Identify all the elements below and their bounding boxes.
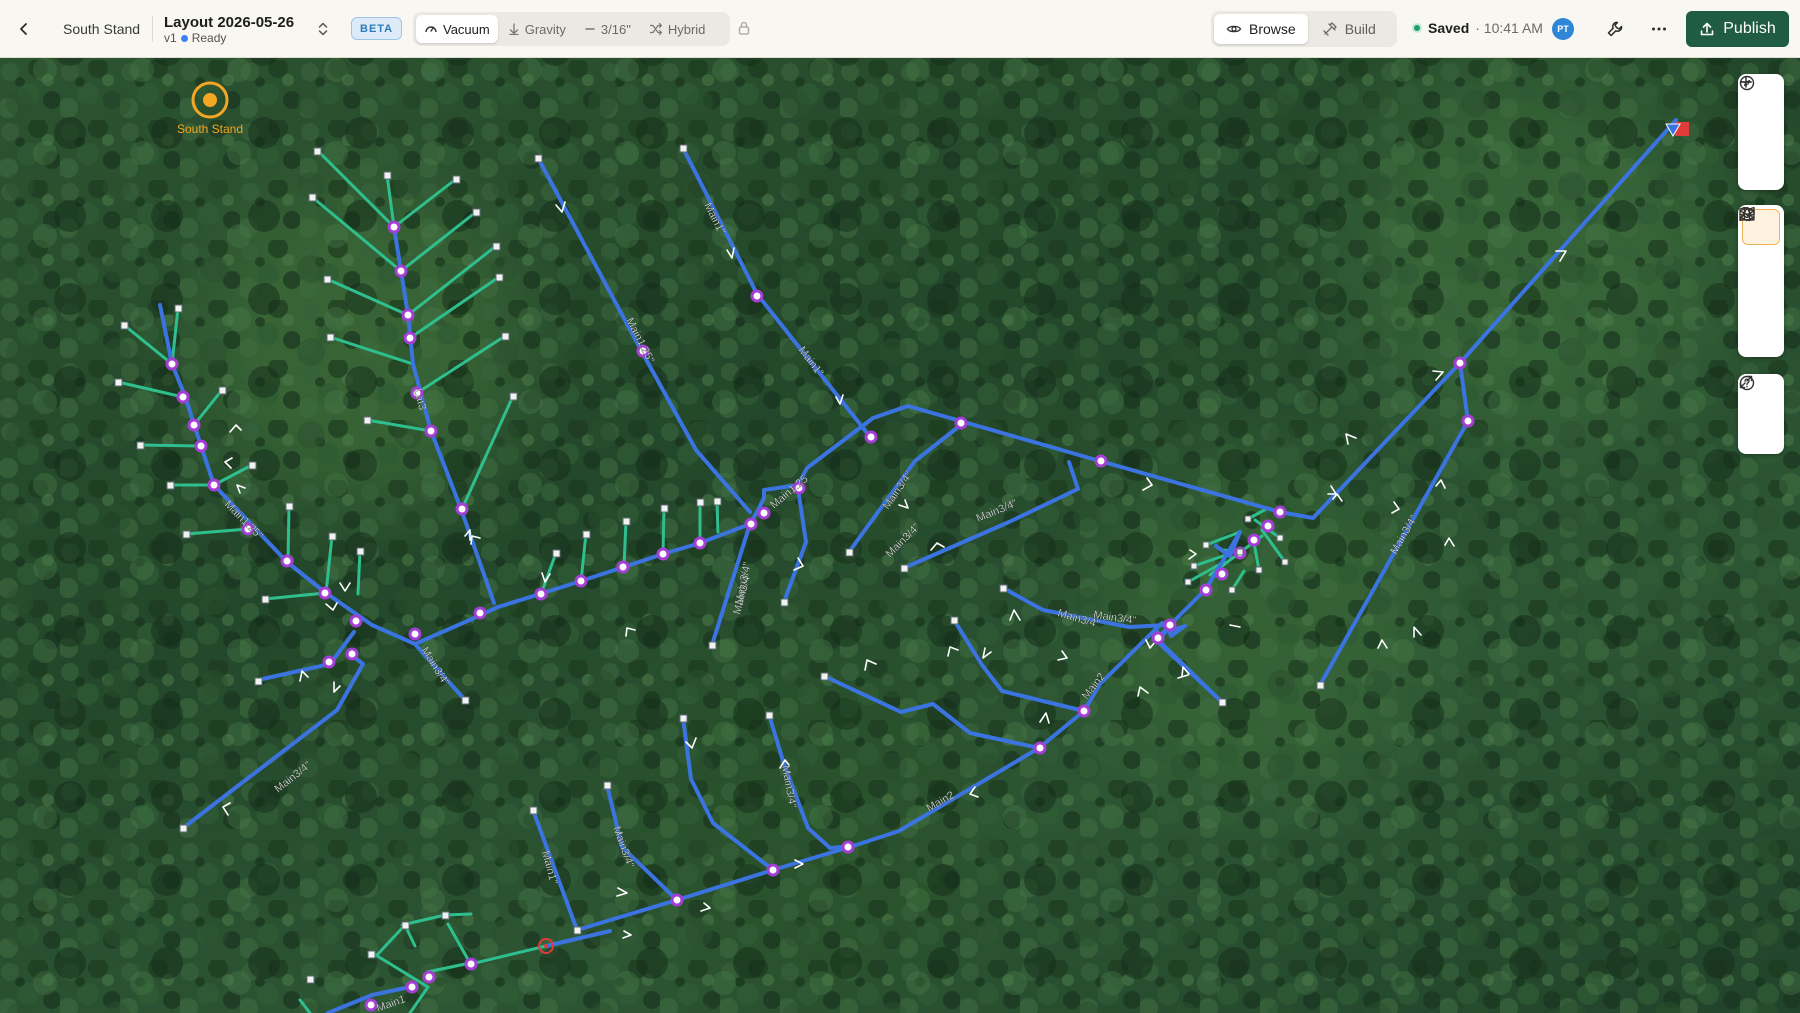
upload-icon — [1700, 22, 1714, 36]
arrow-down-icon — [509, 23, 519, 35]
build-tools-icon — [1323, 22, 1337, 36]
zoom-out-button[interactable] — [1740, 81, 1780, 150]
layout-title: Layout 2026-05-26 — [164, 14, 295, 31]
location-marker-label: South Stand — [177, 122, 243, 136]
pipeline-network: South Stand Main1" Main1.25" Main1" Main… — [0, 58, 1800, 1013]
lock-button[interactable] — [736, 20, 754, 38]
layout-status-text: Ready — [191, 31, 227, 45]
mode-label: Gravity — [524, 21, 566, 37]
shuffle-icon — [649, 22, 662, 36]
view-toggle: Browse Build — [1211, 11, 1397, 47]
mode-label: Vacuum — [443, 21, 490, 37]
saved-label: Saved — [1428, 20, 1470, 36]
build-label: Build — [1344, 21, 1376, 37]
wrench-icon — [1607, 21, 1623, 37]
map-style-button[interactable] — [1739, 206, 1780, 281]
help-button[interactable] — [1739, 375, 1780, 450]
beta-badge: BETA — [351, 17, 403, 40]
compass-button[interactable] — [1739, 75, 1780, 186]
layer-controls — [1738, 205, 1784, 357]
zoom-controls — [1738, 74, 1784, 190]
top-bar: South Stand Layout 2026-05-26 v1 Ready B… — [0, 0, 1800, 58]
back-button[interactable] — [12, 17, 36, 41]
compass-icon — [1739, 75, 1755, 91]
view-controls — [1738, 374, 1784, 454]
browse-label: Browse — [1249, 21, 1296, 37]
saved-status-icon — [1412, 23, 1422, 33]
avatar[interactable]: PT — [1552, 18, 1574, 40]
layout-version: v1 — [164, 31, 177, 45]
elevation-profile-icon — [1739, 209, 1755, 219]
publish-label: Publish — [1723, 20, 1776, 37]
divider — [152, 16, 153, 42]
tools-button[interactable] — [1603, 17, 1627, 41]
eye-icon — [1226, 25, 1242, 33]
mode-segmented-control: Vacuum Gravity 3/16" Hybrid — [413, 12, 730, 46]
tap-point-center — [544, 944, 548, 948]
publish-button[interactable]: Publish — [1686, 11, 1789, 47]
mode-hybrid[interactable]: Hybrid — [641, 15, 714, 43]
build-button[interactable]: Build — [1310, 14, 1388, 44]
more-horizontal-icon — [1652, 27, 1666, 31]
mode-gravity[interactable]: Gravity — [500, 15, 574, 43]
saved-time: · 10:41 AM — [1475, 20, 1543, 36]
save-status: Saved · 10:41 AM — [1412, 20, 1543, 36]
chevron-up-down-icon — [318, 22, 328, 36]
elevation-profile-button[interactable] — [1739, 209, 1780, 353]
lock-icon — [738, 21, 750, 35]
vacuum-gauge-icon — [425, 26, 437, 33]
mode-line-size[interactable]: 3/16" — [576, 15, 639, 43]
status-dot-icon — [180, 34, 188, 42]
map-canvas[interactable]: South Stand Main1" Main1.25" Main1" Main… — [0, 58, 1800, 1013]
browse-button[interactable]: Browse — [1214, 14, 1308, 44]
more-options-button[interactable] — [1647, 17, 1671, 41]
mode-vacuum[interactable]: Vacuum — [416, 15, 498, 43]
line-size-icon — [585, 28, 595, 30]
mode-label: 3/16" — [600, 21, 631, 37]
layout-status: v1 Ready — [164, 31, 226, 45]
layout-switcher-button[interactable] — [314, 20, 332, 38]
help-icon — [1739, 375, 1755, 391]
chevron-left-icon — [20, 23, 27, 35]
mode-label: Hybrid — [667, 21, 706, 37]
breadcrumb[interactable]: South Stand — [63, 21, 140, 37]
terrain-button[interactable] — [1739, 207, 1780, 317]
